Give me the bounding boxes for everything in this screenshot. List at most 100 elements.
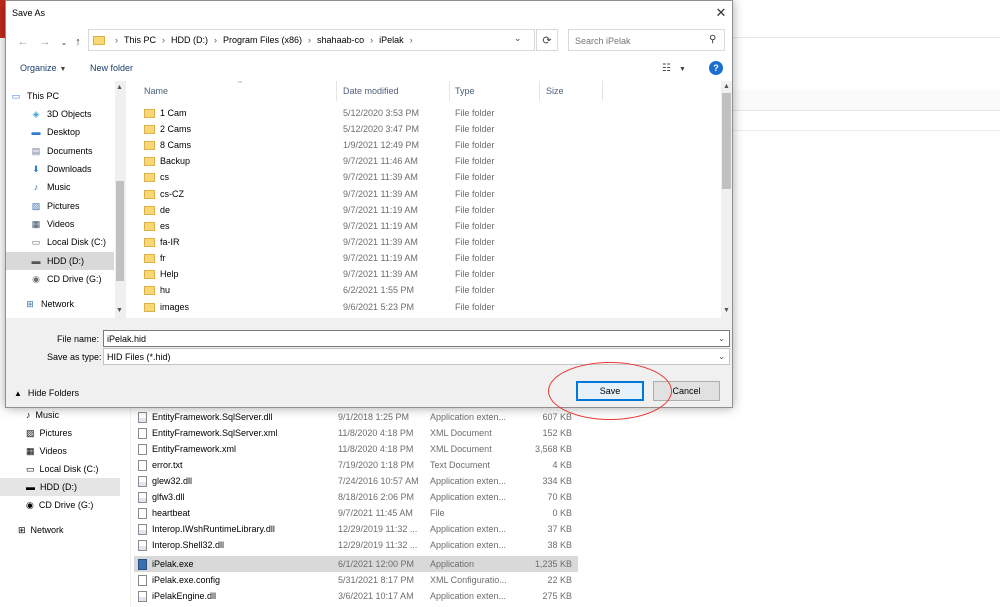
arrow-right-icon: → [39, 36, 51, 48]
file-date: 7/19/2020 1:18 PM [338, 460, 415, 470]
column-header-size[interactable]: Size [546, 81, 564, 101]
new-folder-button[interactable]: New folder [90, 63, 133, 73]
table-row[interactable]: glew32.dll 7/24/2016 10:57 AM Applicatio… [134, 473, 578, 489]
column-divider[interactable] [602, 81, 603, 101]
background-nav-item-network[interactable]: ⊞ Network [0, 521, 120, 539]
scroll-down-icon[interactable]: ▼ [116, 307, 123, 314]
table-row-selected[interactable]: iPelak.exe 6/1/2021 12:00 PM Application… [134, 556, 578, 572]
breadcrumb-ipelak[interactable]: iPelak [379, 35, 404, 45]
column-divider[interactable] [449, 81, 450, 101]
chevron-down-icon[interactable]: ⌄ [718, 334, 725, 343]
recent-locations-button[interactable]: ⌄ [57, 35, 71, 49]
breadcrumb-shahaab-co[interactable]: shahaab-co [317, 35, 364, 45]
table-row[interactable]: EntityFramework.xml 11/8/2020 4:18 PM XM… [134, 441, 578, 457]
list-item[interactable]: 2 Cams 5/12/2020 3:47 PM File folder [126, 121, 720, 137]
hide-folders-toggle[interactable]: ▲ Hide Folders [14, 388, 79, 398]
background-nav-item-local-disk-c[interactable]: ▭ Local Disk (C:) [0, 460, 120, 478]
list-item[interactable]: 8 Cams 1/9/2021 12:49 PM File folder [126, 137, 720, 153]
breadcrumb-hdd-d[interactable]: HDD (D:) [171, 35, 208, 45]
column-header-type[interactable]: Type [455, 81, 475, 101]
list-item[interactable]: fr 9/7/2021 11:19 AM File folder [126, 250, 720, 266]
list-item[interactable]: fa-IR 9/7/2021 11:39 AM File folder [126, 234, 720, 250]
nav-item-documents[interactable]: ▤ Documents [30, 142, 125, 160]
title-bar[interactable]: Save As ✕ [6, 1, 732, 25]
nav-item-hdd-d[interactable]: ▬ HDD (D:) [6, 252, 114, 270]
chevron-down-icon[interactable]: ⌄ [718, 352, 725, 361]
list-item[interactable]: cs-CZ 9/7/2021 11:39 AM File folder [126, 186, 720, 202]
table-row[interactable]: error.txt 7/19/2020 1:18 PM Text Documen… [134, 457, 578, 473]
folder-icon [144, 189, 155, 199]
nav-item-desktop[interactable]: ▬ Desktop [30, 123, 125, 141]
table-row[interactable]: EntityFramework.SqlServer.dll 9/1/2018 1… [134, 409, 578, 425]
background-nav-item-pictures[interactable]: ▨ Pictures [0, 424, 120, 442]
3d-objects-icon: ◈ [32, 108, 40, 119]
nav-item-downloads[interactable]: ⬇ Downloads [30, 160, 125, 178]
list-item[interactable]: es 9/7/2021 11:19 AM File folder [126, 218, 720, 234]
breadcrumb-program-files[interactable]: Program Files (x86) [223, 35, 302, 45]
column-header-name[interactable]: Name [144, 81, 168, 101]
nav-item-music[interactable]: ♪ Music [30, 178, 125, 196]
nav-item-cd-drive-g[interactable]: ◉ CD Drive (G:) [30, 270, 125, 288]
background-nav-item-cd-drive-g[interactable]: ◉ CD Drive (G:) [0, 496, 120, 514]
file-date: 6/1/2021 12:00 PM [338, 559, 415, 569]
nav-pane-scrollbar[interactable]: ▲ ▼ [115, 81, 125, 318]
background-nav-item-music[interactable]: ♪ Music [0, 406, 120, 424]
close-button[interactable]: ✕ [712, 4, 730, 22]
table-row[interactable]: Interop.IWshRuntimeLibrary.dll 12/29/201… [134, 521, 578, 537]
file-type: XML Document [430, 428, 492, 438]
scrollbar-thumb[interactable] [116, 181, 124, 281]
network-icon: ⊞ [18, 524, 26, 535]
table-row[interactable]: Interop.Shell32.dll 12/29/2019 11:32 ...… [134, 537, 578, 553]
search-input[interactable]: Search iPelak ⚲ [568, 29, 725, 51]
nav-item-label: Network [41, 299, 75, 309]
breadcrumb-this-pc[interactable]: This PC [124, 35, 156, 45]
nav-item-videos[interactable]: ▦ Videos [30, 215, 125, 233]
list-item[interactable]: Backup 9/7/2021 11:46 AM File folder [126, 153, 720, 169]
table-row[interactable]: glfw3.dll 8/18/2016 2:06 PM Application … [134, 489, 578, 505]
list-item[interactable]: cs 9/7/2021 11:39 AM File folder [126, 169, 720, 185]
view-options-button[interactable]: ☷ ▼ [662, 63, 686, 74]
list-item[interactable]: hu 6/2/2021 1:55 PM File folder [126, 282, 720, 298]
column-header-date[interactable]: Date modified [343, 81, 399, 101]
column-divider[interactable] [336, 81, 337, 101]
scroll-up-icon[interactable]: ▲ [116, 84, 123, 91]
file-list-scrollbar[interactable]: ▲ ▼ [721, 81, 732, 318]
nav-item-local-disk-c[interactable]: ▭ Local Disk (C:) [30, 233, 125, 251]
forward-button[interactable]: → [38, 35, 52, 49]
scroll-down-icon[interactable]: ▼ [723, 307, 730, 314]
folder-name: 1 Cam [160, 108, 187, 118]
help-button[interactable]: ? [709, 61, 723, 75]
file-name-field[interactable]: iPelak.hid ⌄ [103, 330, 730, 347]
folder-name: de [160, 205, 171, 215]
folder-icon [144, 205, 155, 215]
background-nav-item-hdd-d[interactable]: ▬ HDD (D:) [0, 478, 120, 496]
up-button[interactable]: ↑ [71, 35, 85, 49]
folder-icon [144, 156, 155, 166]
file-size: 275 KB [542, 591, 572, 601]
table-row[interactable]: heartbeat 9/7/2021 11:45 AM File 0 KB [134, 505, 578, 521]
breadcrumb-separator: › [370, 35, 374, 45]
list-item[interactable]: de 9/7/2021 11:19 AM File folder [126, 202, 720, 218]
list-item[interactable]: Help 9/7/2021 11:39 AM File folder [126, 266, 720, 282]
nav-item-this-pc[interactable]: ▭ This PC [10, 87, 118, 105]
scrollbar-thumb[interactable] [722, 93, 731, 189]
address-dropdown[interactable]: ⌄ [514, 33, 522, 44]
address-bar[interactable]: › This PC › HDD (D:) › Program Files (x8… [88, 29, 535, 51]
nav-item-label: Desktop [47, 127, 81, 137]
nav-item-network[interactable]: ⊞ Network [24, 295, 125, 313]
background-nav-item-videos[interactable]: ▦ Videos [0, 442, 120, 460]
nav-item-3d-objects[interactable]: ◈ 3D Objects [30, 105, 125, 123]
list-item[interactable]: images 9/6/2021 5:23 PM File folder [126, 299, 720, 315]
save-as-type-select[interactable]: HID Files (*.hid) ⌄ [103, 348, 730, 365]
back-button[interactable]: ← [16, 35, 30, 49]
drive-icon: ▭ [31, 236, 41, 247]
organize-menu[interactable]: Organize ▼ [20, 63, 66, 73]
list-item[interactable]: 1 Cam 5/12/2020 3:53 PM File folder [126, 105, 720, 121]
table-row[interactable]: iPelak.exe.config 5/31/2021 8:17 PM XML … [134, 572, 578, 588]
scroll-up-icon[interactable]: ▲ [723, 83, 730, 90]
table-row[interactable]: iPelakEngine.dll 3/6/2021 10:17 AM Appli… [134, 588, 578, 604]
table-row[interactable]: EntityFramework.SqlServer.xml 11/8/2020 … [134, 425, 578, 441]
nav-item-pictures[interactable]: ▨ Pictures [30, 197, 125, 215]
column-divider[interactable] [539, 81, 540, 101]
refresh-button[interactable]: ⟳ [536, 29, 558, 51]
